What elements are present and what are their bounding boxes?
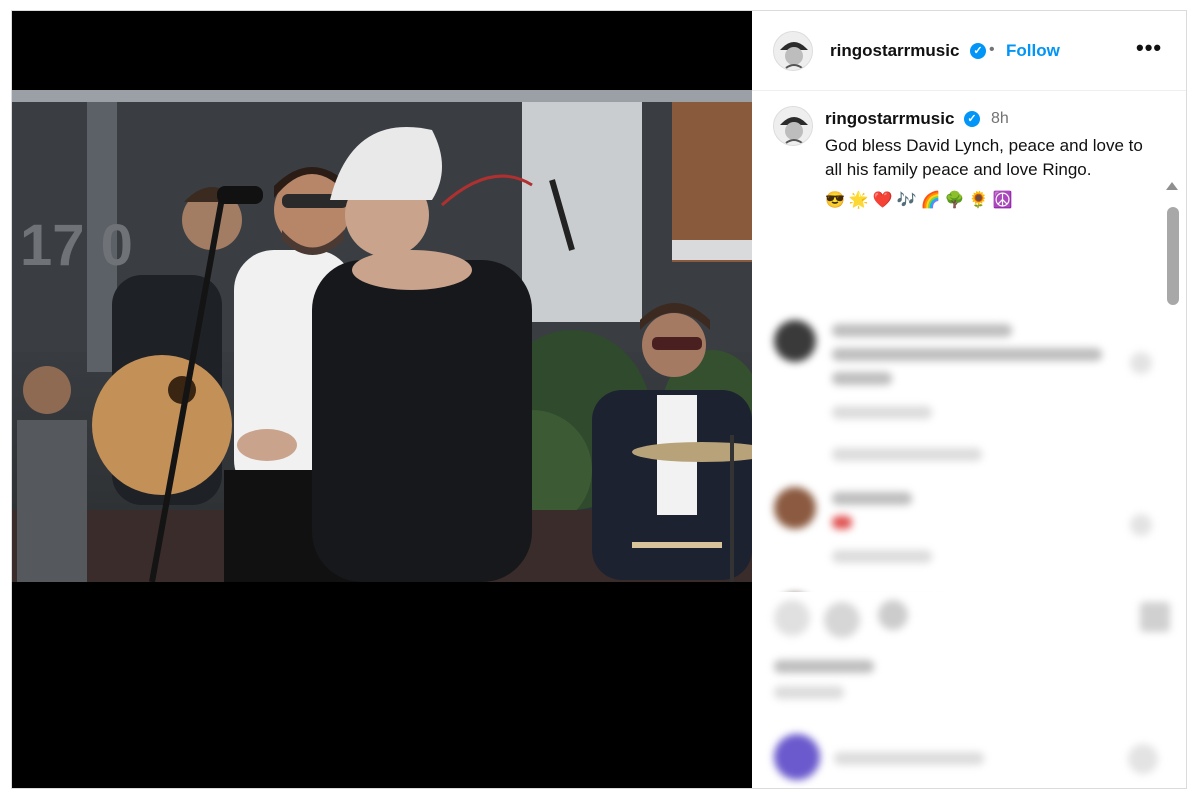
comment-line xyxy=(832,492,912,505)
more-options-icon[interactable]: ••• xyxy=(1136,35,1162,61)
avatar-drawing xyxy=(774,32,812,70)
like-icon xyxy=(774,600,810,636)
concert-photo-illustration: 17 0 xyxy=(12,90,752,582)
svg-text:17 0: 17 0 xyxy=(20,213,133,278)
post-sidebar: ringostarrmusic ✓ • Follow ••• ringostar… xyxy=(752,11,1186,788)
verified-badge-icon: ✓ xyxy=(964,111,980,127)
scrollbar-thumb[interactable] xyxy=(1167,207,1179,305)
emoji-icon xyxy=(1128,744,1158,774)
caption-text: God bless David Lynch, peace and love to… xyxy=(825,136,1143,179)
comment-icon xyxy=(824,602,860,638)
verified-badge-icon: ✓ xyxy=(970,43,986,59)
comment-meta xyxy=(832,550,932,563)
caption-timestamp[interactable]: 8h xyxy=(991,110,1009,128)
caption-emojis: 😎🌟❤️🎶🌈🌳🌻☮️ xyxy=(825,192,1017,209)
comment-avatar xyxy=(774,320,816,362)
share-icon xyxy=(878,600,908,630)
heart-icon xyxy=(1130,352,1152,374)
blurred-comments xyxy=(752,302,1186,592)
comment-line xyxy=(832,516,852,529)
separator-dot: • xyxy=(989,41,995,58)
comment-line xyxy=(832,372,892,385)
caption-avatar[interactable] xyxy=(773,106,813,146)
avatar[interactable] xyxy=(773,31,813,71)
post-date xyxy=(774,686,844,699)
viewer-avatar xyxy=(774,734,820,780)
comment-line xyxy=(832,324,1012,337)
post-header: ringostarrmusic ✓ • Follow ••• xyxy=(752,11,1186,91)
post-dialog: 17 0 ringostarrmusic ✓ • Follow ••• ring… xyxy=(11,10,1187,789)
comments-scroll-area[interactable]: ringostarrmusic ✓ 8h God bless David Lyn… xyxy=(752,92,1186,592)
post-media: 17 0 xyxy=(12,11,752,788)
follow-button[interactable]: Follow xyxy=(1006,41,1060,61)
action-bar-blurred xyxy=(752,596,1186,788)
caption-username-link[interactable]: ringostarrmusic xyxy=(825,109,954,129)
comment-line xyxy=(832,348,1102,361)
bookmark-icon xyxy=(1140,602,1170,632)
comment-meta xyxy=(832,448,982,461)
post-photo[interactable]: 17 0 xyxy=(12,90,752,582)
username-link[interactable]: ringostarrmusic xyxy=(830,41,959,61)
comment-avatar xyxy=(774,487,816,529)
caption-avatar-drawing xyxy=(774,107,812,145)
heart-icon xyxy=(1130,514,1152,536)
chevron-up-icon[interactable] xyxy=(1166,182,1178,190)
likes-count xyxy=(774,660,874,673)
comment-meta xyxy=(832,406,932,419)
add-comment-input xyxy=(834,752,984,765)
